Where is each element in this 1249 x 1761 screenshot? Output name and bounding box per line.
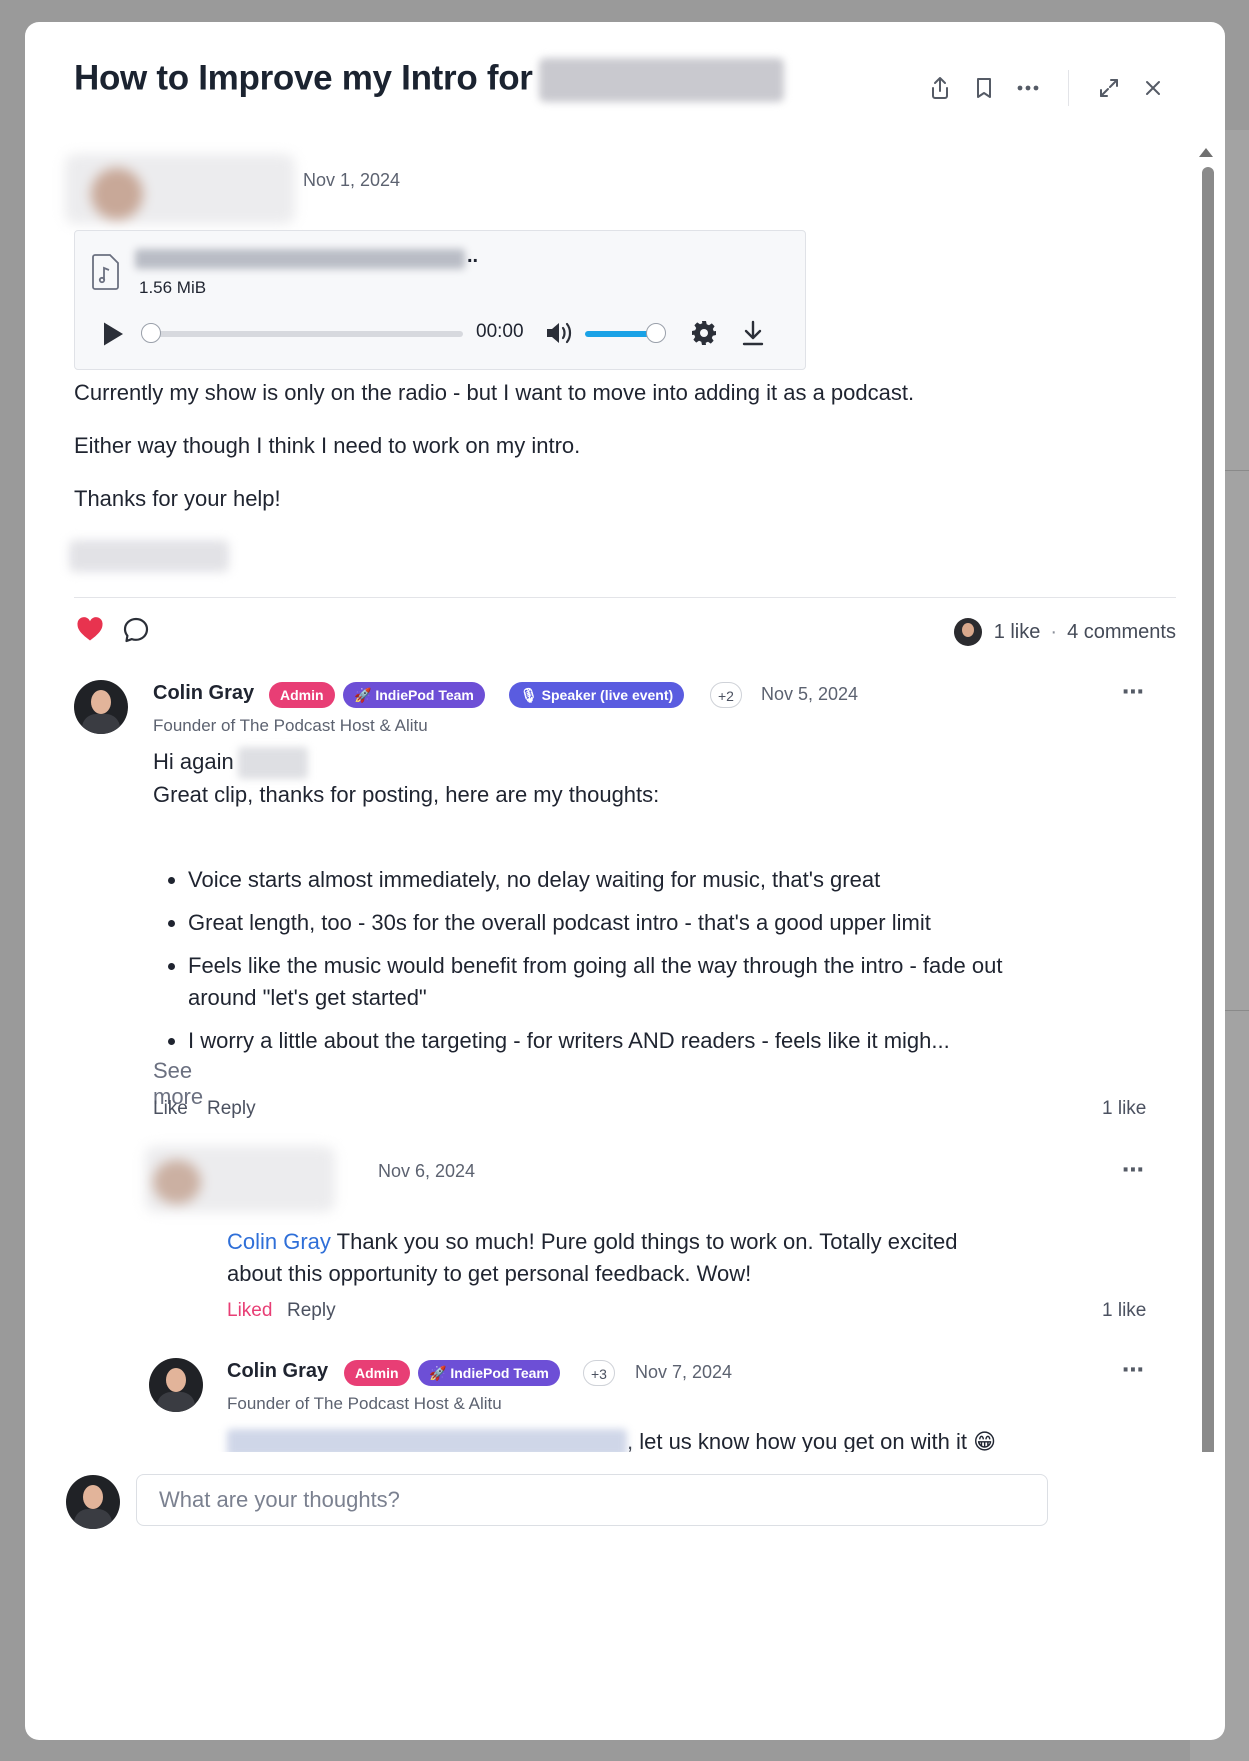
header-separator	[1068, 70, 1069, 106]
liked-button[interactable]: Liked	[227, 1300, 272, 1322]
post-paragraph: Thanks for your help!	[74, 486, 281, 511]
content-divider	[74, 597, 1176, 598]
stats-separator: ·	[1050, 620, 1058, 643]
commenter-name[interactable]: Colin Gray	[153, 682, 254, 705]
scroll-up-arrow[interactable]	[1199, 148, 1213, 157]
header-actions	[918, 70, 1175, 106]
comments-count[interactable]: 4 comments	[1067, 621, 1176, 644]
mention-link[interactable]: Colin Gray	[227, 1229, 331, 1254]
post-paragraph: Currently my show is only on the radio -…	[74, 380, 915, 405]
close-icon[interactable]	[1131, 70, 1175, 106]
comment-date[interactable]: Nov 6, 2024	[378, 1161, 475, 1182]
reply-text: Colin Gray Thank you so much! Pure gold …	[227, 1229, 958, 1254]
volume-handle[interactable]	[646, 323, 666, 343]
more-badges-badge[interactable]: +3	[583, 1360, 615, 1386]
post-stats: 1 like · 4 comments	[953, 618, 1176, 646]
avatar[interactable]	[74, 680, 128, 734]
redacted-reply-author	[145, 1146, 335, 1212]
admin-badge[interactable]: Admin	[269, 682, 335, 708]
comment-date[interactable]: Nov 5, 2024	[761, 684, 858, 705]
post-date: Nov 1, 2024	[303, 170, 401, 190]
redacted-signature	[69, 540, 229, 572]
speaker-badge[interactable]: 🎙 Speaker (live event)	[509, 682, 685, 708]
team-badge[interactable]: 🚀 IndiePod Team	[343, 682, 485, 708]
redacted-name	[237, 747, 308, 780]
redacted-title	[538, 58, 784, 102]
current-time: 00:00	[476, 321, 524, 342]
file-size: 1.56 MiB	[139, 278, 207, 297]
list-item: I worry a little about the targeting - f…	[188, 1025, 1068, 1057]
share-icon[interactable]	[918, 70, 962, 106]
post-modal: How to Improve my Intro for Nov 1, 2024 …	[25, 22, 1225, 1740]
like-button[interactable]: Like	[153, 1098, 188, 1120]
scrollbar-thumb[interactable]	[1202, 167, 1214, 1512]
reply-button[interactable]: Reply	[287, 1300, 336, 1322]
team-badge[interactable]: 🚀 IndiePod Team	[418, 1360, 560, 1386]
commenter-headline: Founder of The Podcast Host & Alitu	[227, 1394, 502, 1413]
modal-header: How to Improve my Intro for	[25, 22, 1225, 142]
comment-likes[interactable]: 1 like	[1102, 1300, 1146, 1322]
commenter-headline: Founder of The Podcast Host & Alitu	[153, 716, 428, 735]
redacted-author	[65, 154, 295, 224]
comment-intro: Great clip, thanks for posting, here are…	[153, 782, 660, 807]
comment-date[interactable]: Nov 7, 2024	[635, 1362, 732, 1383]
comment-greeting: Hi again	[153, 746, 308, 780]
commenter-name[interactable]: Colin Gray	[227, 1360, 328, 1383]
download-icon[interactable]	[741, 320, 765, 346]
progress-handle[interactable]	[141, 323, 161, 343]
more-badges-badge[interactable]: +2	[710, 682, 742, 708]
reply-text: about this opportunity to get personal f…	[227, 1261, 752, 1286]
comment-icon[interactable]	[122, 616, 150, 644]
admin-badge[interactable]: Admin	[344, 1360, 410, 1386]
comment-input[interactable]	[136, 1474, 1048, 1526]
avatar[interactable]	[149, 1358, 203, 1412]
redacted-file-name	[135, 249, 465, 269]
list-item: Feels like the music would benefit from …	[188, 950, 1068, 1014]
audio-attachment: .. 1.56 MiB 00:00	[74, 230, 806, 370]
more-icon[interactable]	[1006, 70, 1050, 106]
current-user-avatar	[66, 1475, 120, 1529]
heart-icon[interactable]	[76, 616, 104, 642]
bookmark-icon[interactable]	[962, 70, 1006, 106]
list-item: Great length, too - 30s for the overall …	[188, 907, 1068, 939]
volume-level[interactable]	[585, 331, 653, 337]
list-item: Voice starts almost immediately, no dela…	[188, 864, 1068, 896]
file-name-ellipsis: ..	[467, 245, 479, 267]
comment-more-icon[interactable]: ⋯	[1122, 679, 1145, 705]
comment-more-icon[interactable]: ⋯	[1122, 1357, 1145, 1383]
settings-icon[interactable]	[691, 320, 717, 346]
likes-count[interactable]: 1 like	[994, 621, 1041, 644]
post-actions: 1 like · 4 comments	[74, 612, 1176, 652]
post-content[interactable]: Nov 1, 2024 .. 1.56 MiB 00:00 Currently …	[25, 142, 1205, 1647]
audio-player: 00:00	[101, 315, 781, 351]
progress-track[interactable]	[141, 331, 463, 337]
liker-avatar[interactable]	[953, 618, 982, 646]
expand-icon[interactable]	[1087, 70, 1131, 106]
comment-points: Voice starts almost immediately, no dela…	[156, 864, 1068, 1068]
post-title: How to Improve my Intro for	[74, 58, 784, 102]
volume-icon[interactable]	[545, 320, 573, 346]
audio-file-icon	[92, 254, 119, 290]
comment-more-icon[interactable]: ⋯	[1122, 1157, 1145, 1183]
post-paragraph: Either way though I think I need to work…	[74, 433, 581, 458]
reply-button[interactable]: Reply	[207, 1098, 256, 1120]
play-icon[interactable]	[101, 321, 125, 347]
post-author[interactable]	[65, 154, 295, 224]
comment-likes[interactable]: 1 like	[1102, 1098, 1146, 1120]
